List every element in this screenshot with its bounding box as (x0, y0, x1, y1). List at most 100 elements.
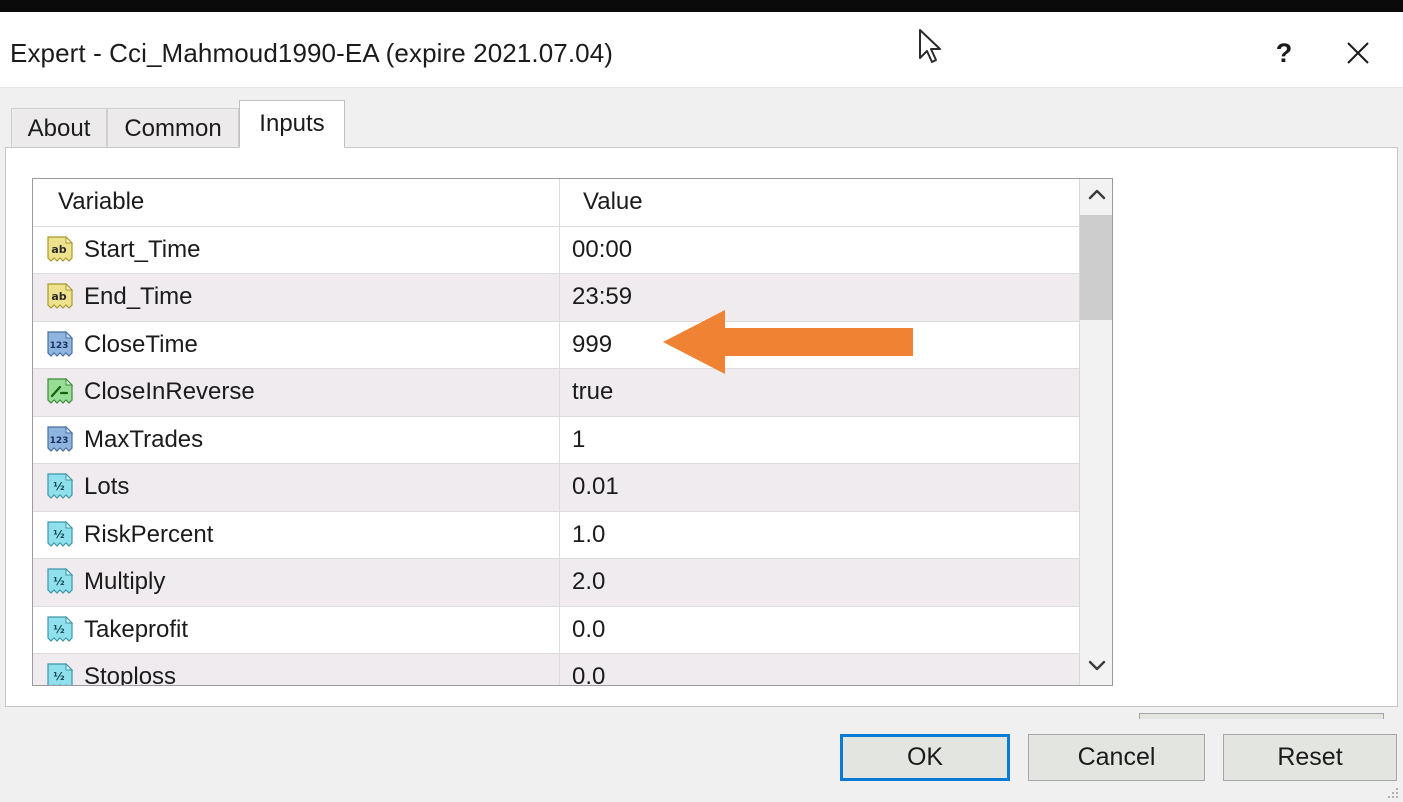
table-row[interactable]: ½ Takeprofit 0.0 (33, 607, 1079, 655)
row-variable-cell: ½ Multiply (33, 559, 560, 606)
row-value-label: true (572, 378, 613, 406)
row-variable-label: End_Time (84, 283, 193, 311)
close-button[interactable] (1331, 30, 1385, 76)
row-value-cell[interactable]: 23:59 (560, 274, 1079, 321)
row-variable-label: Lots (84, 473, 129, 501)
question-mark-icon: ? (1276, 38, 1293, 69)
boolean-type-icon (47, 378, 74, 406)
svg-text:ab: ab (51, 243, 66, 256)
table-row[interactable]: ½ RiskPercent 1.0 (33, 512, 1079, 560)
row-variable-label: RiskPercent (84, 521, 213, 549)
scroll-down-button[interactable] (1080, 649, 1113, 685)
close-x-icon (1343, 38, 1373, 68)
row-value-label: 0.0 (572, 616, 605, 644)
row-value-cell[interactable]: 2.0 (560, 559, 1079, 606)
row-value-label: 00:00 (572, 236, 632, 264)
double-type-icon: ½ (47, 568, 74, 596)
table-row[interactable]: ½ Multiply 2.0 (33, 559, 1079, 607)
row-variable-cell: ½ RiskPercent (33, 512, 560, 559)
svg-text:½: ½ (53, 575, 64, 588)
resize-grip[interactable] (1386, 786, 1400, 800)
row-value-label: 2.0 (572, 568, 605, 596)
ok-button-label: OK (907, 743, 943, 772)
column-header-value: Value (572, 188, 643, 216)
inputs-panel: Variable Value (5, 147, 1398, 707)
tab-strip: About Common Inputs (5, 102, 1398, 148)
header-cell-value: Value (560, 179, 1079, 226)
row-variable-label: Start_Time (84, 236, 200, 264)
inputs-table: Variable Value (32, 178, 1113, 686)
chevron-up-icon (1087, 188, 1107, 207)
row-value-cell[interactable]: 1.0 (560, 512, 1079, 559)
row-variable-label: Stoploss (84, 663, 176, 685)
integer-type-icon: 123 (47, 331, 74, 359)
row-value-label: 23:59 (572, 283, 632, 311)
reset-button-label: Reset (1277, 743, 1342, 772)
tab-about-label: About (28, 115, 91, 143)
scrollbar-thumb[interactable] (1080, 215, 1113, 320)
row-value-cell[interactable]: 0.0 (560, 607, 1079, 654)
row-variable-cell: 123 CloseTime (33, 322, 560, 369)
scroll-up-button[interactable] (1080, 179, 1113, 215)
cancel-button[interactable]: Cancel (1028, 734, 1205, 781)
row-value-label: 1.0 (572, 521, 605, 549)
table-row[interactable]: ½ Lots 0.01 (33, 464, 1079, 512)
table-row[interactable]: ab Start_Time 00:00 (33, 227, 1079, 275)
tab-common-label: Common (124, 115, 221, 143)
svg-text:½: ½ (53, 670, 64, 683)
double-type-icon: ½ (47, 521, 74, 549)
dialog-button-bar: OK Cancel Reset (0, 719, 1403, 802)
cancel-button-label: Cancel (1078, 743, 1156, 772)
row-variable-cell: ½ Lots (33, 464, 560, 511)
tab-inputs[interactable]: Inputs (239, 100, 345, 148)
string-type-icon: ab (47, 283, 74, 311)
row-variable-label: CloseInReverse (84, 378, 255, 406)
svg-text:123: 123 (50, 436, 69, 446)
table-row[interactable]: CloseInReverse true (33, 369, 1079, 417)
svg-text:½: ½ (53, 623, 64, 636)
svg-text:½: ½ (53, 480, 64, 493)
table-header-row: Variable Value (33, 179, 1079, 227)
double-type-icon: ½ (47, 616, 74, 644)
row-variable-cell: ½ Stoploss (33, 654, 560, 685)
integer-type-icon: 123 (47, 426, 74, 454)
tab-inputs-label: Inputs (259, 110, 324, 138)
svg-text:123: 123 (50, 341, 69, 351)
reset-button[interactable]: Reset (1223, 734, 1397, 781)
row-variable-label: Multiply (84, 568, 165, 596)
tab-common[interactable]: Common (107, 108, 239, 148)
ok-button[interactable]: OK (840, 734, 1010, 781)
row-value-cell[interactable]: 0.0 (560, 654, 1079, 685)
svg-text:½: ½ (53, 528, 64, 541)
row-value-cell[interactable]: true (560, 369, 1079, 416)
table-row[interactable]: ab End_Time 23:59 (33, 274, 1079, 322)
row-variable-label: CloseTime (84, 331, 198, 359)
row-value-cell[interactable]: 0.01 (560, 464, 1079, 511)
row-value-cell[interactable]: 00:00 (560, 227, 1079, 274)
row-variable-label: MaxTrades (84, 426, 203, 454)
table-row[interactable]: 123 CloseTime 999 (33, 322, 1079, 370)
row-variable-cell: 123 MaxTrades (33, 417, 560, 464)
row-value-label: 0.01 (572, 473, 619, 501)
column-header-variable: Variable (47, 188, 144, 216)
table-vertical-scrollbar[interactable] (1079, 179, 1112, 685)
row-variable-label: Takeprofit (84, 616, 188, 644)
header-cell-variable: Variable (33, 179, 560, 226)
tab-about[interactable]: About (11, 108, 107, 148)
double-type-icon: ½ (47, 663, 74, 685)
row-value-cell[interactable]: 1 (560, 417, 1079, 464)
dialog-body: About Common Inputs Variable (0, 88, 1403, 802)
row-value-cell[interactable]: 999 (560, 322, 1079, 369)
expert-settings-dialog: Expert - Cci_Mahmoud1990-EA (expire 2021… (0, 0, 1403, 802)
table-row[interactable]: ½ Stoploss 0.0 (33, 654, 1079, 685)
screen-top-black-bar (0, 0, 1403, 12)
row-value-label: 0.0 (572, 663, 605, 685)
row-variable-cell: ab Start_Time (33, 227, 560, 274)
inputs-table-scroll-area: Variable Value (33, 179, 1079, 685)
row-value-label: 1 (572, 426, 585, 454)
window-titlebar: Expert - Cci_Mahmoud1990-EA (expire 2021… (0, 12, 1403, 88)
row-variable-cell: ab End_Time (33, 274, 560, 321)
table-row[interactable]: 123 MaxTrades 1 (33, 417, 1079, 465)
help-button[interactable]: ? (1257, 30, 1311, 76)
chevron-down-icon (1087, 658, 1107, 677)
